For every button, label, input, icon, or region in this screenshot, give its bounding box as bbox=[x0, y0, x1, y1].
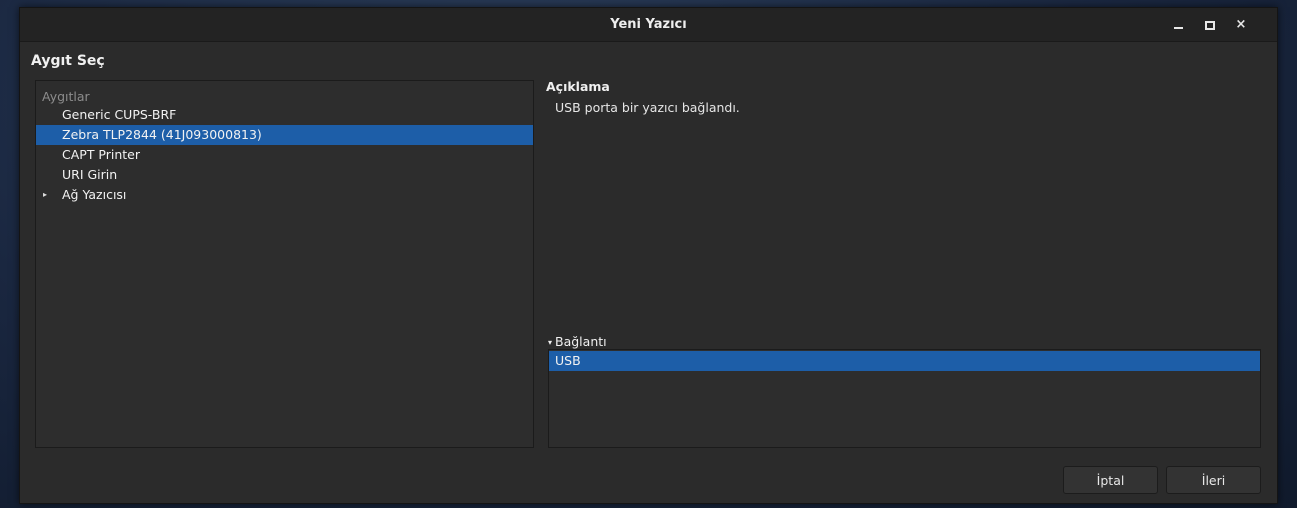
maximize-icon bbox=[1205, 21, 1215, 30]
device-item-uri-girin[interactable]: URI Girin bbox=[36, 165, 533, 185]
page-title: Aygıt Seç bbox=[31, 53, 105, 69]
devices-column-header: Aygıtlar bbox=[42, 89, 90, 104]
description-text: USB porta bir yazıcı bağlandı. bbox=[555, 100, 740, 115]
maximize-button[interactable] bbox=[1199, 14, 1221, 36]
window-title: Yeni Yazıcı bbox=[610, 17, 687, 32]
device-item-label: URI Girin bbox=[62, 167, 118, 182]
close-button[interactable]: × bbox=[1230, 14, 1252, 36]
device-item-label: CAPT Printer bbox=[62, 147, 141, 162]
connection-expander[interactable]: ▾ Bağlantı bbox=[548, 334, 607, 349]
cancel-button[interactable]: İptal bbox=[1063, 466, 1158, 494]
device-item-network-printer[interactable]: ▸ Ağ Yazıcısı bbox=[36, 185, 533, 205]
description-heading: Açıklama bbox=[546, 79, 610, 94]
device-item-label: Zebra TLP2844 (41J093000813) bbox=[62, 127, 262, 142]
connection-item-usb[interactable]: USB bbox=[549, 351, 1260, 371]
title-bar[interactable]: Yeni Yazıcı × bbox=[20, 8, 1277, 42]
minimize-button[interactable] bbox=[1167, 14, 1189, 36]
device-item-label: Generic CUPS-BRF bbox=[62, 107, 177, 122]
expander-arrow-icon[interactable]: ▸ bbox=[43, 185, 47, 205]
device-item-label: Ağ Yazıcısı bbox=[62, 187, 127, 202]
chevron-down-icon: ▾ bbox=[548, 338, 553, 347]
devices-tree[interactable]: Aygıtlar Generic CUPS-BRF Zebra TLP2844 … bbox=[35, 80, 534, 448]
new-printer-dialog: Yeni Yazıcı × Aygıt Seç Aygıtlar Generic… bbox=[19, 7, 1278, 504]
device-item-capt-printer[interactable]: CAPT Printer bbox=[36, 145, 533, 165]
next-button[interactable]: İleri bbox=[1166, 466, 1261, 494]
device-item-zebra-tlp2844[interactable]: Zebra TLP2844 (41J093000813) bbox=[36, 125, 533, 145]
device-item-generic-cups-brf[interactable]: Generic CUPS-BRF bbox=[36, 105, 533, 125]
connection-list[interactable]: USB bbox=[548, 349, 1261, 448]
minimize-icon bbox=[1174, 27, 1183, 29]
close-icon: × bbox=[1235, 17, 1247, 32]
connection-heading: Bağlantı bbox=[555, 334, 607, 349]
